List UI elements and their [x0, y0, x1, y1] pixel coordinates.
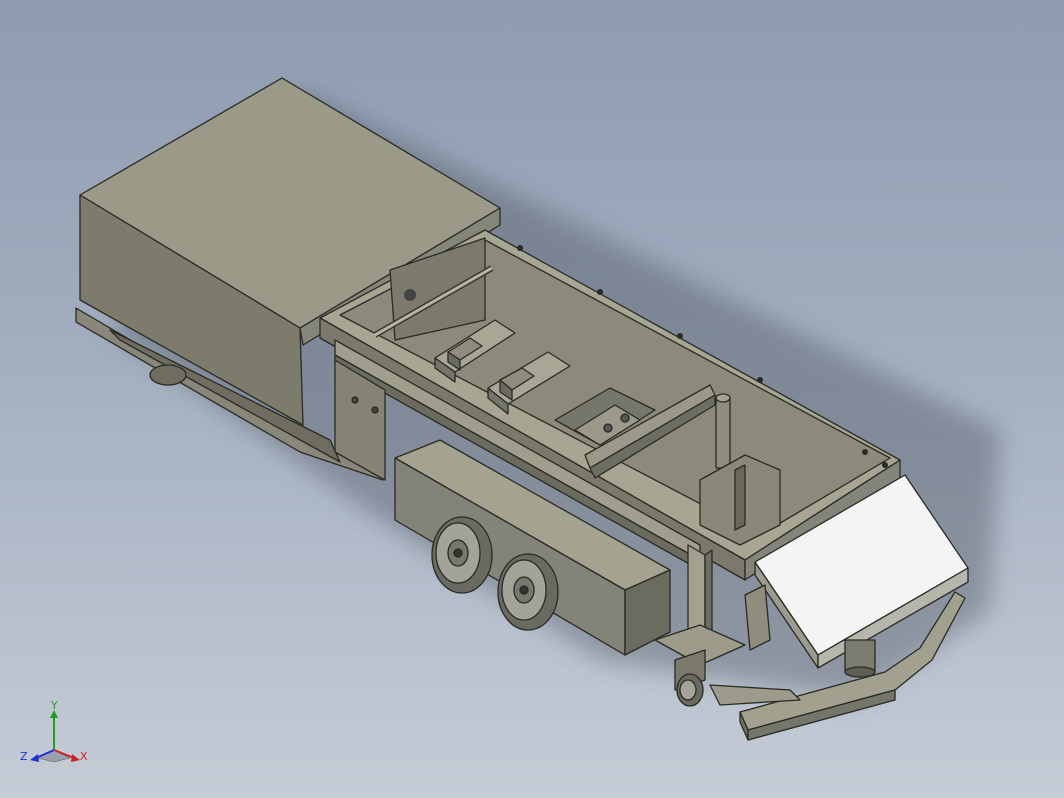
- cart-3d-model[interactable]: [0, 0, 1064, 798]
- wheel-rear[interactable]: [431, 516, 493, 594]
- front-hinge: [744, 584, 771, 651]
- vertical-post: [715, 393, 731, 469]
- z-axis-arrow: [30, 754, 39, 762]
- x-axis-label: X: [80, 750, 88, 763]
- x-axis-arrow: [71, 754, 80, 762]
- wheel-front[interactable]: [497, 553, 559, 631]
- z-axis-label: Z: [20, 750, 28, 763]
- graphics-viewport[interactable]: Y X Z: [0, 0, 1064, 798]
- actuator-cylinder: [844, 639, 876, 678]
- y-axis-label: Y: [50, 700, 58, 712]
- coordinate-triad: Y X Z: [20, 700, 88, 763]
